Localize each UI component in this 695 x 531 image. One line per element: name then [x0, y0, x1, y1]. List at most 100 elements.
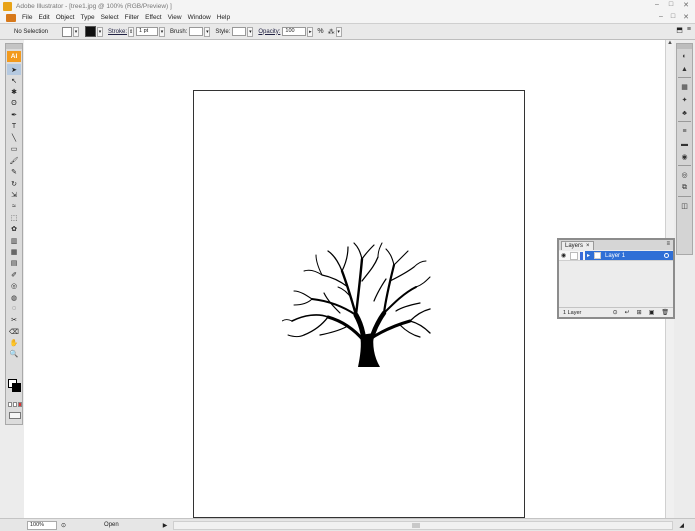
menu-help[interactable]: Help [217, 14, 230, 21]
opacity-field[interactable]: 100 [282, 27, 307, 36]
resize-grip-icon[interactable]: ◢ [679, 522, 684, 529]
workspace-icon[interactable]: ⬒ [676, 26, 683, 34]
style-field[interactable] [232, 27, 247, 36]
live-paint-bucket-tool-icon[interactable]: ◍ [7, 292, 21, 303]
blend-tool-icon[interactable]: ◎ [7, 280, 21, 291]
make-clipping-mask-icon[interactable]: ↵ [625, 309, 630, 316]
visibility-eye-icon[interactable]: ◉ [561, 252, 569, 259]
opacity-label[interactable]: Opacity: [258, 29, 280, 35]
style-dropdown[interactable]: ▾ [247, 26, 254, 37]
layer-target-icon[interactable] [664, 253, 669, 258]
menu-file[interactable]: File [22, 14, 32, 21]
lasso-tool-icon[interactable]: ʘ [7, 98, 21, 109]
doc-minimize-button[interactable]: – [659, 13, 663, 21]
doc-maximize-button[interactable]: □ [671, 13, 675, 21]
layers-tab[interactable]: Layers × [561, 240, 594, 250]
status-menu-arrow-icon[interactable]: ▶ [163, 522, 168, 529]
layers-tab-close-icon[interactable]: × [586, 242, 590, 250]
scale-tool-icon[interactable]: ⇲ [7, 189, 21, 200]
type-tool-icon[interactable]: T [7, 121, 21, 132]
graphic-styles-icon[interactable]: ⧉ [678, 182, 691, 194]
zoom-level-field[interactable]: 100% [27, 520, 57, 530]
locate-object-icon[interactable]: ⊙ [613, 309, 618, 316]
direct-selection-tool-icon[interactable]: ↖ [7, 75, 21, 86]
free-transform-tool-icon[interactable]: ⬚ [7, 212, 21, 223]
menu-view[interactable]: View [168, 14, 182, 21]
menu-object[interactable]: Object [56, 14, 75, 21]
scroll-up-arrow-icon[interactable]: ▲ [666, 40, 674, 46]
lock-toggle[interactable] [570, 251, 578, 260]
gradient-tool-icon[interactable]: ▤ [7, 258, 21, 269]
menu-effect[interactable]: Effect [145, 14, 162, 21]
stroke-weight-field[interactable]: 1 pt [136, 27, 159, 36]
live-paint-selection-tool-icon[interactable]: ◌ [7, 303, 21, 314]
stroke-weight-dropdown[interactable]: ▾ [159, 26, 166, 37]
zoom-tool-icon[interactable]: 🔍 [7, 349, 21, 360]
hand-tool-icon[interactable]: ✋ [7, 337, 21, 348]
eyedropper-tool-icon[interactable]: ✐ [7, 269, 21, 280]
toolbox-grip[interactable] [6, 44, 22, 49]
bridge-icon[interactable] [6, 13, 16, 22]
menu-edit[interactable]: Edit [38, 14, 49, 21]
paintbrush-tool-icon[interactable]: 🖌 [7, 155, 21, 166]
recolor-artwork-icon[interactable]: ⁂ [328, 28, 335, 36]
menu-type[interactable]: Type [80, 14, 94, 21]
brush-dropdown[interactable]: ▾ [204, 26, 211, 37]
gradient-icon[interactable]: ▬ [678, 138, 691, 150]
stroke-swatch[interactable] [85, 26, 96, 37]
dock-grip[interactable] [677, 44, 692, 49]
pen-tool-icon[interactable]: ✒ [7, 110, 21, 121]
minimize-button[interactable]: – [655, 1, 659, 9]
brush-field[interactable] [189, 27, 204, 36]
expand-triangle-icon[interactable]: ▸ [587, 252, 590, 259]
stroke-color-box[interactable] [12, 383, 21, 392]
new-sublayer-icon[interactable]: ⊞ [637, 309, 642, 316]
column-graph-tool-icon[interactable]: ▥ [7, 235, 21, 246]
menu-window[interactable]: Window [188, 14, 211, 21]
symbol-sprayer-tool-icon[interactable]: ✿ [7, 223, 21, 234]
opacity-dropdown[interactable]: ▸ [307, 26, 314, 37]
status-text[interactable]: Open [104, 522, 119, 528]
tree-artwork[interactable] [282, 241, 434, 367]
color-icon[interactable]: ◐ [678, 50, 691, 62]
symbols-icon[interactable]: ♣ [678, 107, 691, 119]
control-panel-menu-icon[interactable]: ≡ [687, 26, 691, 34]
new-layer-icon[interactable]: ▣ [649, 309, 655, 316]
brushes-icon[interactable]: ✦ [678, 94, 691, 106]
none-mode-button[interactable] [18, 402, 22, 407]
stroke-dropdown[interactable]: ▾ [97, 26, 103, 37]
menu-filter[interactable]: Filter [125, 14, 139, 21]
fill-swatch[interactable] [62, 26, 72, 37]
artboard-nav-icon[interactable]: ⊙ [61, 522, 66, 529]
horizontal-scrollbar[interactable] [173, 520, 674, 530]
stroke-label[interactable]: Stroke: [108, 29, 127, 35]
color-guide-icon[interactable]: ▲ [678, 63, 691, 75]
slice-tool-icon[interactable]: ✂ [7, 315, 21, 326]
line-segment-tool-icon[interactable]: ╲ [7, 132, 21, 143]
panel-menu-icon[interactable]: ≡ [666, 241, 670, 247]
swatches-icon[interactable]: ▦ [678, 81, 691, 93]
selection-tool-icon[interactable]: ➤ [7, 64, 21, 76]
stroke-weight-stepper[interactable]: ⇕ [128, 26, 135, 37]
rectangle-tool-icon[interactable]: ▭ [7, 144, 21, 155]
horizontal-scroll-thumb[interactable] [412, 522, 421, 528]
gradient-mode-button[interactable] [13, 402, 17, 407]
color-mode-button[interactable] [8, 402, 12, 407]
maximize-button[interactable]: □ [669, 1, 673, 9]
layer-row[interactable]: ◉ ▸ Layer 1 [559, 251, 673, 261]
layer-name-selected[interactable]: ▸ Layer 1 [585, 251, 673, 260]
appearance-icon[interactable]: ◎ [678, 169, 691, 181]
doc-close-button[interactable]: ✕ [683, 13, 689, 21]
transparency-icon[interactable]: ◉ [678, 151, 691, 163]
recolor-dropdown[interactable]: ▾ [335, 26, 342, 37]
fill-dropdown[interactable]: ▾ [73, 26, 79, 37]
magic-wand-tool-icon[interactable]: ✱ [7, 87, 21, 98]
screen-mode-button[interactable] [9, 412, 21, 419]
close-button[interactable]: ✕ [683, 1, 689, 9]
eraser-tool-icon[interactable]: ⌫ [7, 326, 21, 337]
stroke-icon[interactable]: ≡ [678, 125, 691, 137]
menu-select[interactable]: Select [101, 14, 119, 21]
pencil-tool-icon[interactable]: ✎ [7, 167, 21, 178]
rotate-tool-icon[interactable]: ↻ [7, 178, 21, 189]
layers-icon[interactable]: ◫ [678, 200, 691, 212]
